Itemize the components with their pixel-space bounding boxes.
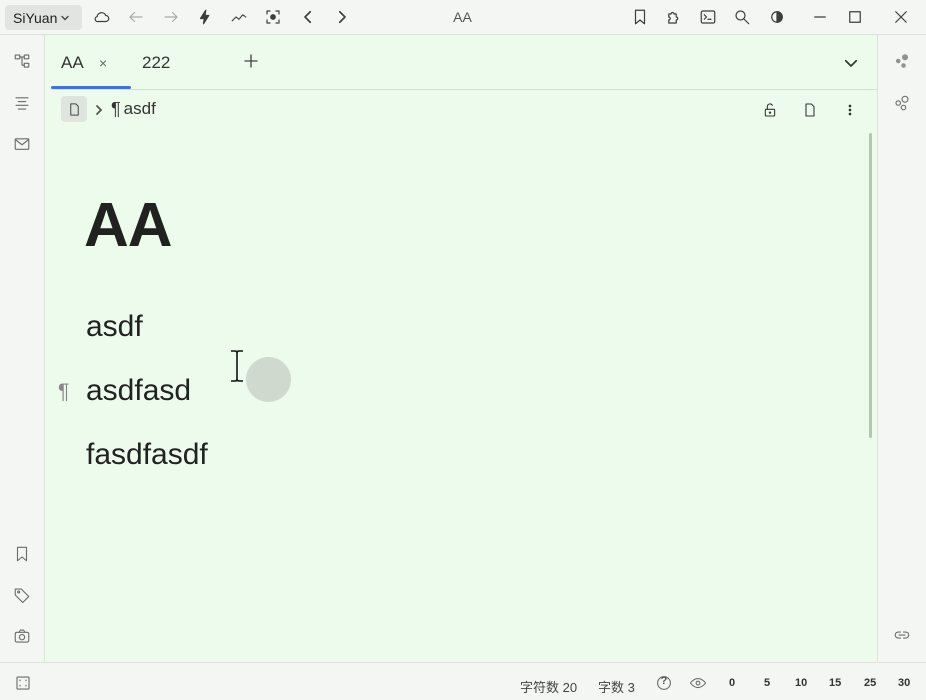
focus-icon[interactable] (262, 6, 284, 28)
outline-icon[interactable] (11, 92, 33, 114)
paragraph-block[interactable]: fasdfasdf (86, 438, 208, 472)
tab-close-button[interactable]: × (99, 55, 107, 71)
zoom-tick: 5 (764, 677, 771, 689)
tab-bar: AA × 222 (51, 35, 877, 90)
breadcrumb: ¶ asdf (61, 95, 156, 123)
tab-list-button[interactable] (839, 51, 863, 75)
workspace-name: SiYuan (13, 9, 58, 26)
close-icon[interactable] (890, 6, 912, 28)
tab-222[interactable]: 222 (142, 53, 170, 73)
graph-trend-icon[interactable] (228, 6, 250, 28)
theme-icon[interactable] (766, 6, 788, 28)
workspace-switcher[interactable]: SiYuan (5, 5, 82, 30)
chevron-down-icon (61, 15, 70, 20)
file-icon (69, 102, 79, 116)
maximize-icon[interactable] (844, 6, 866, 28)
tag-icon[interactable] (11, 584, 33, 606)
bookmark-icon[interactable] (11, 543, 33, 565)
graph-icon[interactable] (891, 50, 913, 72)
breadcrumb-block[interactable]: ¶ asdf (111, 99, 156, 120)
minimize-icon[interactable] (809, 6, 831, 28)
terminal-icon[interactable] (697, 6, 719, 28)
zoom-tick: 30 (898, 677, 911, 689)
search-icon[interactable] (731, 6, 753, 28)
right-dock (877, 35, 926, 662)
chevron-right-icon (93, 103, 105, 115)
document-title[interactable]: AA (84, 190, 173, 261)
lightning-icon[interactable] (194, 6, 216, 28)
zoom-tick: 15 (829, 677, 842, 689)
pilcrow-icon: ¶ (111, 98, 121, 119)
zoom-tick: 25 (864, 677, 877, 689)
bookmark-icon[interactable] (629, 6, 651, 28)
help-icon[interactable]: ? (653, 672, 675, 694)
left-dock (0, 35, 45, 662)
zoom-tick: 10 (795, 677, 808, 689)
block-handle-icon[interactable]: ¶ (58, 380, 69, 404)
breadcrumb-doc-button[interactable] (61, 96, 87, 122)
snapshot-icon[interactable] (11, 625, 33, 647)
eye-icon[interactable] (687, 672, 709, 694)
paragraph-block[interactable]: asdf (86, 310, 143, 344)
status-bar: 字符数 20 字数 3 ? 0 5 10 15 25 30 (0, 662, 926, 700)
doc-info-button[interactable] (799, 99, 821, 121)
cloud-icon[interactable] (91, 6, 113, 28)
more-vertical-icon (848, 104, 852, 116)
global-graph-icon[interactable] (891, 92, 913, 114)
file-tree-icon[interactable] (11, 50, 33, 72)
text-cursor-icon (231, 350, 243, 382)
chevron-down-icon (844, 59, 858, 67)
forward-icon[interactable] (160, 6, 182, 28)
touch-indicator (246, 357, 291, 402)
plugin-icon[interactable] (663, 6, 685, 28)
back-icon[interactable] (125, 6, 147, 28)
backlink-icon[interactable] (891, 624, 913, 646)
new-tab-button[interactable] (239, 49, 263, 73)
char-count: 字符数 20 (520, 680, 578, 695)
help-label: ? (660, 675, 668, 687)
more-menu-button[interactable] (839, 99, 861, 121)
zoom-tick: 0 (729, 677, 736, 689)
prev-icon[interactable] (297, 6, 319, 28)
word-count: 字数 3 (598, 680, 635, 695)
unlock-icon (764, 103, 776, 117)
tab-aa[interactable]: AA (61, 53, 84, 73)
active-tab-indicator (51, 86, 131, 89)
readonly-lock-button[interactable] (759, 99, 781, 121)
breadcrumb-block-label: asdf (123, 99, 156, 118)
plus-icon (244, 54, 258, 68)
file-icon (805, 103, 815, 117)
editor-scrollbar[interactable] (869, 133, 872, 438)
inbox-icon[interactable] (11, 133, 33, 155)
next-icon[interactable] (331, 6, 353, 28)
paragraph-block[interactable]: asdfasd (86, 374, 191, 408)
title-bar: SiYuan AA (0, 0, 926, 35)
window-title: AA (453, 9, 472, 25)
dock-toggle-icon[interactable] (12, 672, 34, 694)
